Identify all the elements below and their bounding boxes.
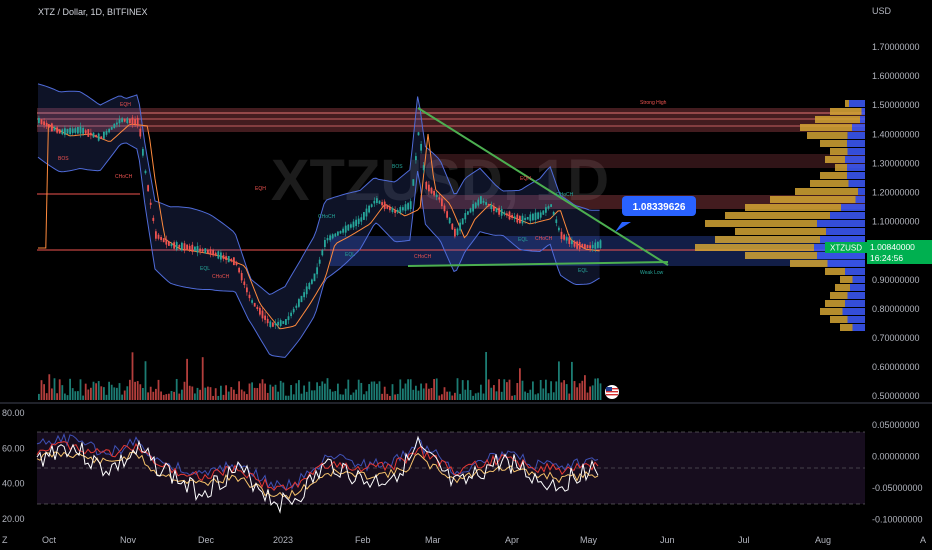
- strong-high-label: Strong High: [640, 100, 667, 106]
- price-tick: 0.60000000: [872, 362, 920, 372]
- price-axis-unit: USD: [872, 6, 892, 16]
- time-label: Mar: [425, 535, 441, 545]
- indicator-left-tick: 60.00: [2, 443, 25, 453]
- indicator-right-tick: 0.00000000: [872, 452, 920, 462]
- time-label: Oct: [42, 535, 57, 545]
- eqh-label: EQH: [520, 176, 531, 182]
- corner-left-label[interactable]: Z: [2, 535, 8, 545]
- chart-canvas[interactable]: XTZ / Dollar, 1D, BITFINEX XTZUSD, 1D St…: [0, 0, 932, 550]
- bos-label: BOS: [392, 164, 403, 170]
- price-tick: 0.80000000: [872, 304, 920, 314]
- price-tick: 1.60000000: [872, 71, 920, 81]
- time-label: Aug: [815, 535, 831, 545]
- indicator-pane[interactable]: [36, 431, 865, 514]
- time-label: May: [580, 535, 598, 545]
- eql-label: EQL: [578, 268, 588, 274]
- indicator-left-tick: 80.00: [2, 408, 25, 418]
- choch-label: CHoCH: [115, 174, 133, 180]
- eqh-label: EQH: [255, 186, 266, 192]
- choch-label: CHoCH: [212, 274, 230, 280]
- choch-label: CHoCH: [556, 192, 574, 198]
- weak-low-label: Weak Low: [640, 270, 664, 276]
- price-tick: 1.10000000: [872, 217, 920, 227]
- eql-label: EQL: [345, 252, 355, 258]
- indicator-left-tick: 40.00: [2, 479, 25, 489]
- price-tag-price: 1.00840000: [870, 242, 915, 252]
- price-tick: 1.70000000: [872, 42, 920, 52]
- callout-value: 1.08339626: [633, 202, 686, 213]
- time-label: 2023: [273, 535, 293, 545]
- time-label: Jun: [660, 535, 675, 545]
- indicator-left-tick: 20.00: [2, 514, 25, 524]
- indicator-right-tick: -0.10000000: [872, 515, 923, 525]
- price-tick: 1.20000000: [872, 188, 920, 198]
- eqh-label: EQH: [120, 102, 131, 108]
- time-label: Jul: [738, 535, 750, 545]
- indicator-right-tick: 0.05000000: [872, 420, 920, 430]
- choch-label: CHoCH: [535, 236, 553, 242]
- indicator-right-tick: -0.05000000: [872, 483, 923, 493]
- choch-label: CHoCH: [318, 214, 336, 220]
- chart-title: XTZ / Dollar, 1D, BITFINEX: [38, 7, 148, 17]
- us-flag-icon[interactable]: [605, 385, 619, 399]
- price-tag-symbol: XTZUSD: [830, 244, 862, 253]
- price-tick: 0.50000000: [872, 391, 920, 401]
- time-label: Nov: [120, 535, 137, 545]
- bos-label: BOS: [58, 156, 69, 162]
- time-label: Feb: [355, 535, 371, 545]
- price-tick: 1.40000000: [872, 129, 920, 139]
- choch-label: CHoCH: [414, 254, 432, 260]
- eql-label: EQL: [200, 266, 210, 272]
- corner-right-label[interactable]: A: [920, 535, 926, 545]
- price-tick: 0.90000000: [872, 275, 920, 285]
- price-tick: 1.30000000: [872, 158, 920, 168]
- price-tick: 0.70000000: [872, 333, 920, 343]
- time-label: Dec: [198, 535, 215, 545]
- price-tag-countdown: 16:24:56: [870, 253, 903, 263]
- price-tick: 1.50000000: [872, 100, 920, 110]
- eql-label: EQL: [518, 237, 528, 243]
- time-label: Apr: [505, 535, 519, 545]
